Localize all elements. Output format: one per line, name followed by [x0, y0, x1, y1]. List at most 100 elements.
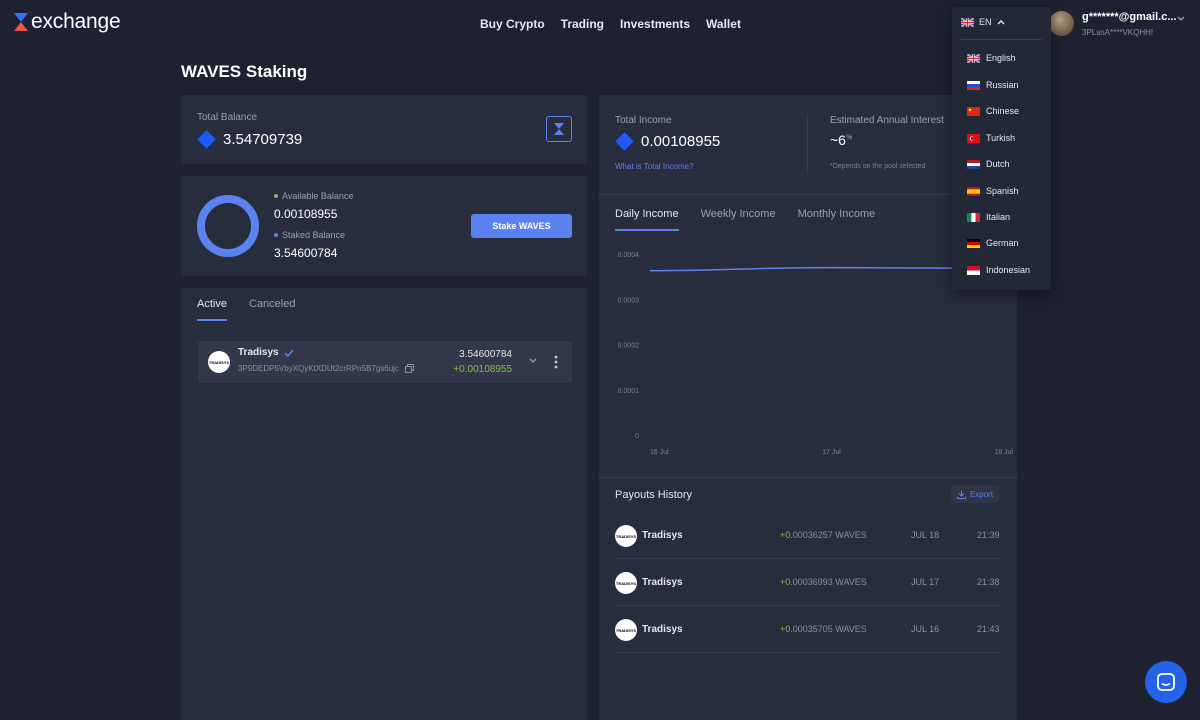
available-balance-label: Available Balance [282, 191, 354, 201]
page-title: WAVES Staking [181, 62, 308, 81]
avatar[interactable] [1049, 11, 1074, 36]
payout-date: JUL 18 [911, 530, 940, 540]
italy-flag-icon [967, 212, 980, 222]
stake-address: 3P9DEDP5VbyXQyKtXDUt2crRPn5B7gs6ujc [238, 364, 399, 373]
chat-support-button[interactable] [1145, 661, 1187, 703]
uk-flag-icon [961, 17, 974, 27]
nav-buy-crypto[interactable]: Buy Crypto [480, 17, 545, 31]
verified-check-icon [284, 349, 294, 357]
staked-dot [274, 233, 278, 237]
payout-row: TRADISYS Tradisys +0.00036257 WAVES JUL … [615, 513, 1000, 559]
payout-amount: +0.00036993 WAVES [780, 577, 867, 587]
stakes-card: Active Canceled TRADISYS Tradisys 3P9DED… [181, 288, 587, 720]
chevron-down-icon[interactable] [1177, 16, 1185, 22]
staked-balance-label: Staked Balance [282, 230, 346, 240]
language-dropdown: EN English Russian Chinese Turkish Dutch… [952, 7, 1051, 290]
y-tick-label: 0.0002 [618, 343, 640, 350]
x-tick-label: 18 Jul [994, 449, 1013, 456]
download-icon [956, 490, 966, 499]
waves-icon [197, 130, 216, 149]
tradisys-logo: TRADISYS [615, 572, 637, 594]
language-option-russian[interactable]: Russian [967, 80, 1019, 90]
annual-interest-unit: % [845, 134, 853, 142]
balance-breakdown-card: Available Balance 0.00108955 Staked Bala… [181, 176, 587, 276]
total-income-label: Total Income [615, 115, 672, 126]
language-option-spanish[interactable]: Spanish [967, 186, 1019, 196]
waves-icon [615, 132, 634, 151]
copy-icon[interactable] [404, 364, 414, 373]
divider [807, 114, 808, 174]
available-balance-value: 0.00108955 [274, 207, 338, 221]
stake-amount: 3.54600784 [459, 349, 512, 360]
exchange-logo-icon [14, 13, 28, 31]
language-option-dutch[interactable]: Dutch [967, 159, 1010, 169]
annual-interest-value: ~6% [830, 132, 853, 148]
stake-item[interactable]: TRADISYS Tradisys 3P9DEDP5VbyXQyKtXDUt2c… [198, 341, 572, 383]
payout-time: 21:43 [977, 624, 1000, 634]
language-option-italian[interactable]: Italian [967, 212, 1010, 222]
payout-row: TRADISYS Tradisys +0.00036993 WAVES JUL … [615, 560, 1000, 606]
exchange-logo[interactable]: exchange [14, 10, 121, 34]
annual-interest-label: Estimated Annual Interest [830, 115, 944, 126]
chevron-up-icon [997, 20, 1005, 25]
language-option-english[interactable]: English [967, 53, 1016, 63]
x-tick-label: 16 Jul [650, 449, 669, 456]
netherlands-flag-icon [967, 159, 980, 169]
language-option-chinese[interactable]: Chinese [967, 106, 1019, 116]
stake-waves-button[interactable]: Stake WAVES [471, 214, 572, 238]
nav-trading[interactable]: Trading [561, 17, 604, 31]
payout-provider: Tradisys [642, 530, 683, 541]
nav-wallet[interactable]: Wallet [706, 17, 741, 31]
account-address: 3PLsnA****VKQHH! [1082, 28, 1154, 37]
tradisys-logo: TRADISYS [615, 619, 637, 641]
chevron-down-icon[interactable] [529, 358, 537, 364]
account-email[interactable]: g*******@gmail.c... [1082, 11, 1176, 23]
export-button[interactable]: Export [951, 486, 999, 503]
turkey-flag-icon [967, 133, 980, 143]
language-option-german[interactable]: German [967, 238, 1019, 248]
available-dot [274, 194, 278, 198]
total-balance-label: Total Balance [197, 112, 258, 123]
language-option-indonesian[interactable]: Indonesian [967, 265, 1030, 275]
chat-icon [1157, 673, 1175, 691]
divider [599, 477, 1017, 478]
main-nav: Buy Crypto Trading Investments Wallet [480, 17, 741, 31]
payout-amount: +0.00035705 WAVES [780, 624, 867, 634]
tab-active[interactable]: Active [197, 298, 227, 321]
tab-daily-income[interactable]: Daily Income [615, 208, 679, 231]
uk-flag-icon [967, 53, 980, 63]
russia-flag-icon [967, 80, 980, 90]
current-language: EN [979, 17, 992, 27]
stake-income: +0.00108955 [453, 364, 512, 375]
stakes-tabs: Active Canceled [197, 298, 295, 321]
hourglass-icon [554, 123, 564, 135]
divider [961, 39, 1042, 40]
x-tick-label: 17 Jul [822, 449, 841, 456]
total-income-value: 0.00108955 [641, 133, 721, 150]
language-selector[interactable]: EN [961, 17, 1005, 27]
tab-monthly-income[interactable]: Monthly Income [798, 208, 876, 220]
tab-canceled[interactable]: Canceled [249, 298, 295, 310]
more-options-icon[interactable] [554, 355, 558, 369]
y-tick-label: 0 [635, 433, 639, 440]
tradisys-logo: TRADISYS [615, 525, 637, 547]
staking-toggle-button[interactable] [546, 116, 572, 142]
germany-flag-icon [967, 238, 980, 248]
spain-flag-icon [967, 186, 980, 196]
income-tabs: Daily Income Weekly Income Monthly Incom… [615, 208, 876, 231]
what-is-total-income-link[interactable]: What is Total Income? [615, 162, 694, 171]
payouts-history-title: Payouts History [615, 489, 693, 501]
payout-date: JUL 17 [911, 577, 940, 587]
staked-balance-value: 3.54600784 [274, 246, 338, 260]
tab-weekly-income[interactable]: Weekly Income [701, 208, 776, 220]
payout-provider: Tradisys [642, 577, 683, 588]
total-balance-value: 3.54709739 [223, 131, 303, 148]
payout-provider: Tradisys [642, 624, 683, 635]
y-tick-label: 0.0001 [618, 388, 640, 395]
nav-investments[interactable]: Investments [620, 17, 690, 31]
payout-row: TRADISYS Tradisys +0.00035705 WAVES JUL … [615, 607, 1000, 653]
payout-time: 21:39 [977, 530, 1000, 540]
logo-text: exchange [31, 10, 121, 33]
donut-staked-segment [197, 195, 259, 257]
language-option-turkish[interactable]: Turkish [967, 133, 1015, 143]
